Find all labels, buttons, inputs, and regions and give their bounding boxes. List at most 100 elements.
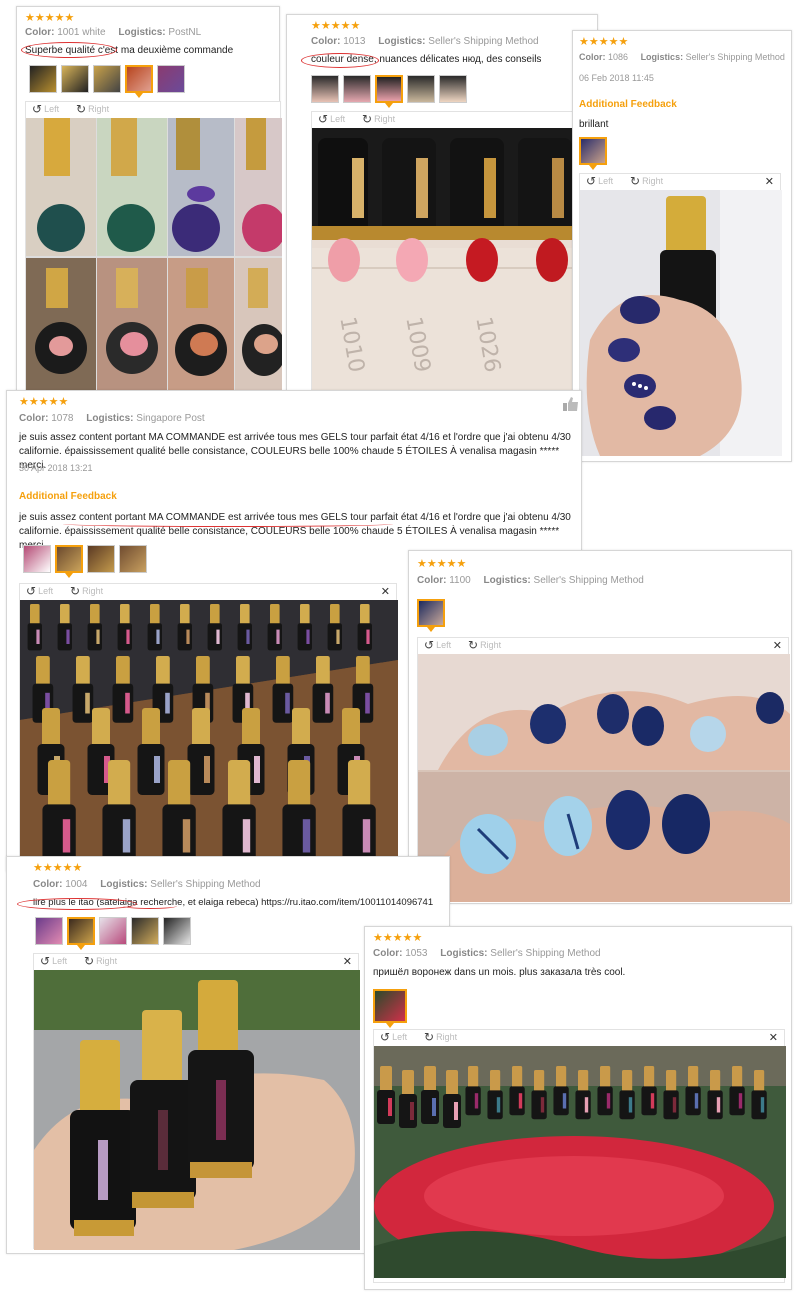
review-text: пришёл воронеж dans un mois. plus заказа… (373, 967, 626, 978)
viewer-toolbar: ↺ Left ↻ Right ✕ (20, 584, 396, 600)
additional-feedback-text: brillant (579, 119, 609, 130)
review-photo (374, 1046, 786, 1278)
thumbnail-selected[interactable] (125, 65, 153, 98)
thumbnail-selected[interactable] (375, 75, 403, 108)
review-date: 06 Feb 2018 11:45 (579, 73, 654, 83)
rotate-right-button[interactable]: ↻ Right (630, 175, 663, 187)
thumbnail[interactable] (311, 75, 339, 103)
rotate-right-icon: ↻ (468, 638, 479, 652)
review-card-5: ★★★★★ Color: 1100 Logistics: Seller's Sh… (408, 550, 792, 904)
thumbnail-strip (29, 65, 185, 98)
review-meta: Color: 1078 Logistics: Singapore Post (19, 413, 205, 424)
close-icon[interactable]: ✕ (769, 1031, 778, 1044)
thumbnail-selected[interactable] (67, 917, 95, 950)
thumbs-up-icon[interactable] (563, 397, 579, 411)
rotate-right-button[interactable]: ↻ Right (468, 639, 501, 651)
rating-stars: ★★★★★ (33, 861, 83, 874)
rotate-left-button[interactable]: ↺ Left (32, 103, 59, 115)
rotate-right-icon: ↻ (76, 102, 87, 116)
viewer-toolbar: ↺ Left ↻ Right ✕ (34, 954, 358, 970)
thumbnail-strip (23, 545, 147, 578)
thumbnail[interactable] (163, 917, 191, 945)
rotate-left-icon: ↺ (380, 1030, 391, 1044)
rotate-left-icon: ↺ (32, 102, 43, 116)
review-meta: Color: 1100 Logistics: Seller's Shipping… (417, 575, 644, 586)
thumbnail[interactable] (119, 545, 147, 573)
image-viewer: ↺ Left ↻ Right 1010 1009 1026 (311, 111, 576, 394)
thumbnail-strip (417, 599, 445, 632)
thumbnail-strip (311, 75, 467, 108)
rotate-right-icon: ↻ (424, 1030, 435, 1044)
rotate-left-button[interactable]: ↺ Left (380, 1031, 407, 1043)
review-photo: 1010 1009 1026 (312, 128, 576, 394)
viewer-toolbar: ↺ Left ↻ Right (26, 102, 280, 118)
thumbnail-selected[interactable] (373, 989, 407, 1028)
close-icon[interactable]: ✕ (343, 955, 352, 968)
additional-feedback-heading: Additional Feedback (19, 491, 117, 502)
rating-stars: ★★★★★ (417, 557, 467, 570)
close-icon[interactable]: ✕ (765, 175, 774, 188)
thumbnail[interactable] (157, 65, 185, 93)
rotate-right-button[interactable]: ↻ Right (424, 1031, 457, 1043)
thumbnail-selected[interactable] (579, 137, 607, 170)
rotate-left-icon: ↺ (318, 112, 329, 126)
thumbnail[interactable] (439, 75, 467, 103)
rotate-right-icon: ↻ (70, 584, 81, 598)
thumbnail[interactable] (93, 65, 121, 93)
image-viewer: ↺ Left ↻ Right ✕ (19, 583, 398, 862)
review-meta: Color: 1004 Logistics: Seller's Shipping… (33, 879, 261, 890)
thumbnail-strip (373, 989, 407, 1028)
thumbnail-strip (579, 137, 607, 170)
review-text: je suis assez content portant MA COMMAND… (19, 432, 571, 471)
close-icon[interactable]: ✕ (773, 639, 782, 652)
review-card-1: ★★★★★ Color: 1001 white Logistics: PostN… (16, 6, 282, 394)
rotate-right-button[interactable]: ↻ Right (76, 103, 109, 115)
review-photo (20, 600, 398, 862)
thumbnail[interactable] (87, 545, 115, 573)
rotate-left-icon: ↺ (40, 954, 51, 968)
review-photo (26, 118, 282, 394)
review-date: 30 Apr 2018 13:21 (19, 463, 93, 473)
rotate-right-icon: ↻ (84, 954, 95, 968)
additional-feedback-heading: Additional Feedback (579, 99, 677, 110)
rotate-right-button[interactable]: ↻ Right (84, 955, 117, 967)
thumbnail[interactable] (131, 917, 159, 945)
thumbnail-strip (35, 917, 191, 950)
viewer-toolbar: ↺ Left ↻ Right ✕ (418, 638, 788, 654)
thumbnail[interactable] (23, 545, 51, 573)
rotate-left-icon: ↺ (586, 174, 597, 188)
review-meta: Color: 1013 Logistics: Seller's Shipping… (311, 36, 539, 47)
thumbnail[interactable] (99, 917, 127, 945)
image-viewer: ↺ Left ↻ Right ✕ (417, 637, 790, 902)
rating-stars: ★★★★★ (373, 931, 423, 944)
review-photo (418, 654, 790, 902)
annotation-underline (123, 903, 177, 909)
thumbnail[interactable] (35, 917, 63, 945)
image-viewer: ↺ Left ↻ Right ✕ (579, 173, 782, 456)
annotation-circle (21, 42, 117, 58)
rotate-left-button[interactable]: ↺ Left (586, 175, 613, 187)
thumbnail-selected[interactable] (417, 599, 445, 632)
thumbnail[interactable] (61, 65, 89, 93)
rotate-left-icon: ↺ (26, 584, 37, 598)
rotate-left-button[interactable]: ↺ Left (318, 113, 345, 125)
review-meta: Color: 1001 white Logistics: PostNL (25, 27, 202, 38)
review-photo (34, 970, 360, 1250)
close-icon[interactable]: ✕ (381, 585, 390, 598)
image-viewer: ↺ Left ↻ Right (25, 101, 282, 394)
thumbnail-selected[interactable] (55, 545, 83, 578)
review-meta: Color: 1053 Logistics: Seller's Shipping… (373, 948, 601, 959)
rotate-left-button[interactable]: ↺ Left (26, 585, 53, 597)
thumbnail[interactable] (29, 65, 57, 93)
thumbnail[interactable] (407, 75, 435, 103)
rotate-left-icon: ↺ (424, 638, 435, 652)
rotate-left-button[interactable]: ↺ Left (40, 955, 67, 967)
image-viewer: ↺ Left ↻ Right ✕ (33, 953, 360, 1250)
rotate-right-button[interactable]: ↻ Right (362, 113, 395, 125)
review-photo (580, 190, 782, 456)
rotate-right-button[interactable]: ↻ Right (70, 585, 103, 597)
rotate-left-button[interactable]: ↺ Left (424, 639, 451, 651)
rating-stars: ★★★★★ (311, 19, 361, 32)
rating-stars: ★★★★★ (579, 35, 629, 48)
thumbnail[interactable] (343, 75, 371, 103)
